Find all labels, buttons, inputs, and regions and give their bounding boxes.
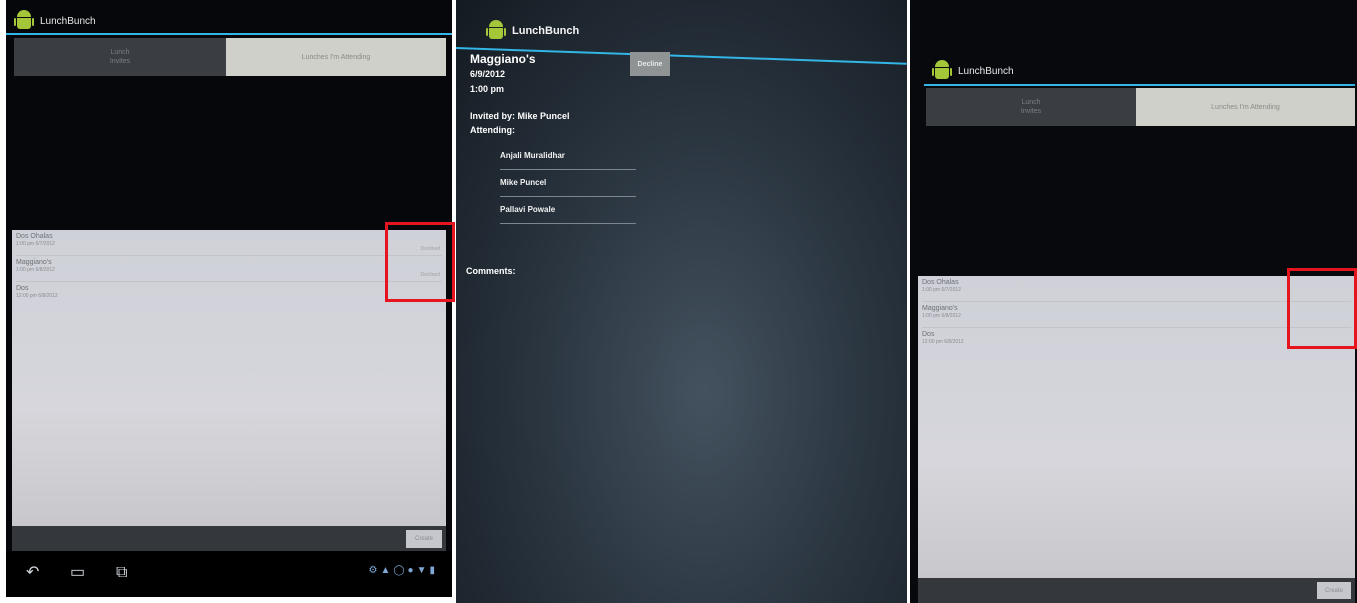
tab-label: Invites	[1020, 108, 1042, 115]
action-bar: LunchBunch	[910, 58, 1357, 84]
android-logo-icon	[14, 10, 34, 32]
tab-label: Lunches I'm Attending	[301, 53, 371, 61]
list-item[interactable]: Maggiano's 1:00 pm 6/8/2012 Declined	[12, 256, 446, 282]
create-button[interactable]: Create	[406, 530, 442, 548]
attendee-divider	[500, 196, 636, 197]
attendee-divider	[500, 169, 636, 170]
tab-bar: Lunch Invites Lunches I'm Attending	[926, 88, 1355, 126]
screenshot-lunch-detail: LunchBunch Maggiano's 6/9/2012 1:00 pm D…	[456, 0, 907, 603]
back-icon[interactable]: ↶	[26, 565, 39, 581]
attendee-item: Mike Puncel	[500, 178, 636, 197]
bottom-action-bar: Create	[12, 526, 446, 552]
tab-bar: Lunch Invites Lunches I'm Attending	[14, 38, 446, 76]
tab-label: Lunch	[110, 49, 130, 56]
tab-label: Lunch	[1021, 99, 1041, 106]
lunch-time-date: 1:00 pm 6/7/2012	[16, 241, 55, 247]
lunch-name: Maggiano's	[16, 259, 52, 266]
action-bar-divider	[6, 33, 452, 35]
app-title: LunchBunch	[40, 15, 96, 27]
action-bar: LunchBunch	[6, 8, 452, 34]
lunch-time: 1:00 pm	[470, 84, 505, 94]
action-bar: LunchBunch	[456, 16, 907, 46]
recent-apps-icon[interactable]: ⧉	[116, 565, 127, 581]
lunch-time-date: 12:00 pm 6/8/2012	[16, 293, 58, 299]
lunch-name: Dos Ohalas	[16, 233, 53, 240]
highlight-box-right	[1287, 268, 1357, 349]
tab-label: Lunches I'm Attending	[1211, 103, 1280, 111]
tab-lunches-attending[interactable]: Lunches I'm Attending	[226, 38, 446, 76]
lunch-name: Dos	[16, 285, 29, 292]
system-navigation-bar: ↶ ▭ ⧉ ⚙▲◯●▼▮	[6, 551, 452, 597]
attendee-item: Anjali Muralidhar	[500, 151, 636, 170]
create-button[interactable]: Create	[1317, 582, 1351, 599]
list-item[interactable]: Dos 12:00 pm 6/8/2012	[12, 282, 446, 308]
tab-label: Invites	[109, 58, 131, 65]
attendee-item: Pallavi Powale	[500, 205, 636, 224]
lunch-date: 6/9/2012	[470, 69, 506, 79]
highlight-box-left	[385, 222, 455, 302]
attendee-name: Pallavi Powale	[500, 205, 556, 214]
list-item[interactable]: Dos Ohalas 1:00 pm 6/7/2012 Declined	[12, 230, 446, 256]
attending-label: Attending:	[470, 125, 515, 135]
home-icon[interactable]: ▭	[70, 565, 85, 581]
invited-by-label: Invited by: Mike Puncel	[470, 111, 570, 121]
app-title: LunchBunch	[512, 25, 580, 37]
lunch-list: Dos Ohalas 1:00 pm 6/7/2012 Declined Mag…	[12, 230, 446, 526]
app-title: LunchBunch	[958, 65, 1014, 77]
comments-label: Comments:	[466, 266, 516, 276]
lunch-time-date: 1:00 pm 6/8/2012	[16, 267, 55, 273]
android-logo-icon	[932, 60, 952, 82]
android-logo-icon	[486, 20, 506, 42]
attendee-name: Mike Puncel	[500, 178, 547, 187]
status-icons: ⚙▲◯●▼▮	[368, 565, 438, 576]
action-bar-divider	[924, 84, 1355, 86]
attendee-divider	[500, 223, 636, 224]
decline-button[interactable]: Decline	[630, 52, 670, 76]
attendee-name: Anjali Muralidhar	[500, 151, 565, 160]
tab-lunch-invites[interactable]: Lunch Invites	[926, 88, 1136, 126]
tab-lunch-invites[interactable]: Lunch Invites	[14, 38, 226, 76]
tab-lunches-attending[interactable]: Lunches I'm Attending	[1136, 88, 1355, 126]
restaurant-name: Maggiano's	[470, 52, 536, 66]
bottom-action-bar: Create	[918, 578, 1355, 603]
